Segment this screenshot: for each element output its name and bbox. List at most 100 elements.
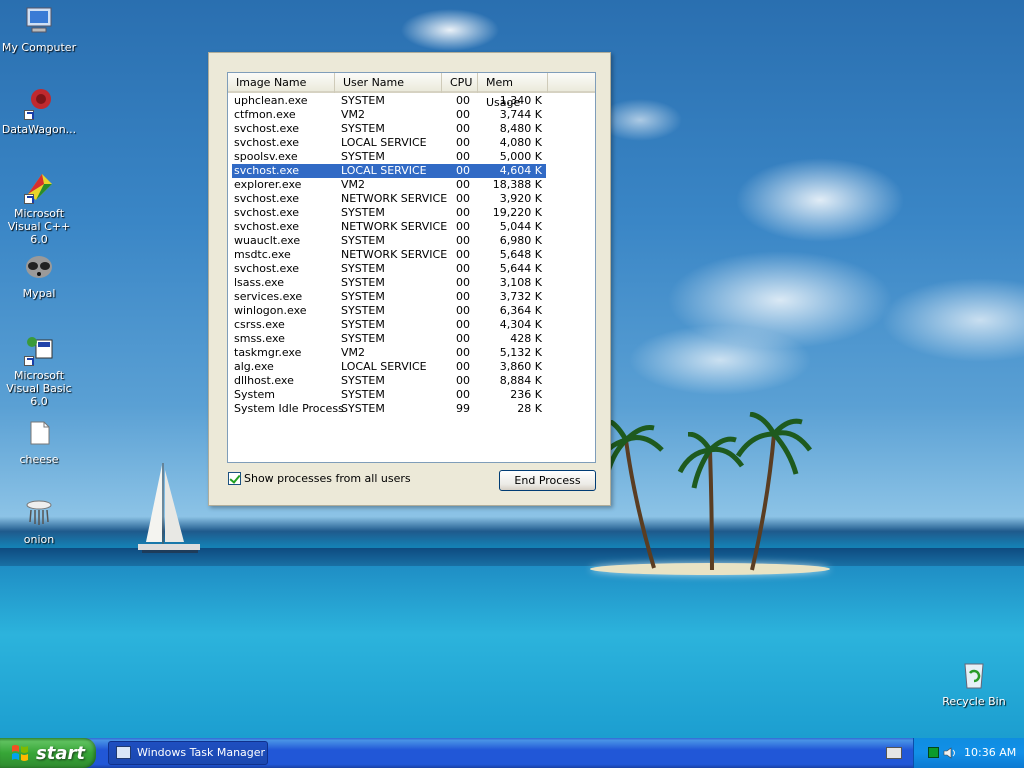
process-name: uphclean.exe xyxy=(234,94,308,107)
desktop-icon-datawagon[interactable]: DataWagon... xyxy=(0,86,78,136)
process-name: explorer.exe xyxy=(234,178,302,191)
process-row[interactable]: csrss.exe SYSTEM 00 4,304 K xyxy=(228,318,595,332)
desktop-icon-recycle-bin[interactable]: Recycle Bin xyxy=(935,658,1013,708)
process-row[interactable]: svchost.exe SYSTEM 00 19,220 K xyxy=(228,206,595,220)
process-cpu: 00 xyxy=(456,150,470,163)
process-mem: 428 K xyxy=(510,332,542,345)
desktop-icon-label: DataWagon... xyxy=(1,123,77,136)
process-list-header: Image Name User Name CPU Mem Usage xyxy=(228,73,595,109)
column-header-cpu[interactable]: CPU xyxy=(442,73,478,93)
process-row[interactable]: winlogon.exe SYSTEM 00 6,364 K xyxy=(228,304,595,318)
taskbar-button-label: Windows Task Manager xyxy=(137,746,266,759)
process-row[interactable]: svchost.exe SYSTEM 00 5,644 K xyxy=(228,262,595,276)
process-user: SYSTEM xyxy=(341,94,385,107)
process-row[interactable]: explorer.exe VM2 00 18,388 K xyxy=(228,178,595,192)
process-cpu: 00 xyxy=(456,178,470,191)
process-name: ctfmon.exe xyxy=(234,108,296,121)
desktop-icon-cheese[interactable]: cheese xyxy=(0,416,78,466)
show-all-users-checkbox[interactable] xyxy=(228,471,241,485)
process-mem: 8,480 K xyxy=(499,122,542,135)
process-cpu: 00 xyxy=(456,164,470,177)
show-all-users-option[interactable]: Show processes from all users xyxy=(228,471,411,485)
process-name: msdtc.exe xyxy=(234,248,291,261)
process-row[interactable]: taskmgr.exe VM2 00 5,132 K xyxy=(228,346,595,360)
process-cpu: 00 xyxy=(456,304,470,317)
column-header-mem-usage[interactable]: Mem Usage xyxy=(478,73,548,109)
process-mem: 18,388 K xyxy=(492,178,542,191)
clock[interactable]: 10:36 AM xyxy=(964,738,1016,768)
process-row[interactable]: svchost.exe NETWORK SERVICE 00 5,044 K xyxy=(228,220,595,234)
desktop-icon-label: My Computer xyxy=(1,41,77,54)
process-user: SYSTEM xyxy=(341,262,385,275)
keyboard-icon[interactable] xyxy=(886,747,902,759)
desktop-icon-mypal[interactable]: Mypal xyxy=(0,250,78,300)
process-mem: 3,732 K xyxy=(499,290,542,303)
process-user: SYSTEM xyxy=(341,122,385,135)
tray-status-icon[interactable] xyxy=(928,747,939,758)
column-header-user-name[interactable]: User Name xyxy=(335,73,442,93)
process-mem: 28 K xyxy=(517,402,542,415)
process-row[interactable]: svchost.exe SYSTEM 00 8,480 K xyxy=(228,122,595,136)
process-cpu: 00 xyxy=(456,290,470,303)
process-user: SYSTEM xyxy=(341,150,385,163)
desktop-icon-label: Recycle Bin xyxy=(942,695,1006,708)
process-cpu: 00 xyxy=(456,122,470,135)
process-user: LOCAL SERVICE xyxy=(341,136,427,149)
process-row[interactable]: svchost.exe LOCAL SERVICE 00 4,604 K xyxy=(228,164,595,178)
process-cpu: 00 xyxy=(456,220,470,233)
process-cpu: 00 xyxy=(456,374,470,387)
desktop-icon-visual-cpp[interactable]: Microsoft Visual C++ 6.0 xyxy=(0,170,78,246)
sailboat-image xyxy=(138,463,200,553)
process-user: SYSTEM xyxy=(341,374,385,387)
process-name: csrss.exe xyxy=(234,318,285,331)
process-cpu: 00 xyxy=(456,206,470,219)
process-row[interactable]: svchost.exe NETWORK SERVICE 00 3,920 K xyxy=(228,192,595,206)
process-row[interactable]: System SYSTEM 00 236 K xyxy=(228,388,595,402)
process-cpu: 00 xyxy=(456,192,470,205)
process-row[interactable]: msdtc.exe NETWORK SERVICE 00 5,648 K xyxy=(228,248,595,262)
process-cpu: 99 xyxy=(456,402,470,415)
process-row[interactable]: smss.exe SYSTEM 00 428 K xyxy=(228,332,595,346)
process-name: System Idle Process xyxy=(234,402,344,415)
process-row[interactable]: dllhost.exe SYSTEM 00 8,884 K xyxy=(228,374,595,388)
windows-logo-icon xyxy=(12,745,28,761)
process-row[interactable]: lsass.exe SYSTEM 00 3,108 K xyxy=(228,276,595,290)
column-header-image-name[interactable]: Image Name xyxy=(228,73,335,93)
visual-basic-icon xyxy=(22,332,56,366)
process-cpu: 00 xyxy=(456,234,470,247)
process-cpu: 00 xyxy=(456,248,470,261)
folder-icon xyxy=(22,416,56,450)
process-user: SYSTEM xyxy=(341,402,385,415)
process-row[interactable]: spoolsv.exe SYSTEM 00 5,000 K xyxy=(228,150,595,164)
process-row[interactable]: ctfmon.exe VM2 00 3,744 K xyxy=(228,108,595,122)
process-cpu: 00 xyxy=(456,276,470,289)
process-user: SYSTEM xyxy=(341,290,385,303)
desktop-icon-onion[interactable]: onion xyxy=(0,496,78,546)
process-row[interactable]: wuauclt.exe SYSTEM 00 6,980 K xyxy=(228,234,595,248)
process-row[interactable]: alg.exe LOCAL SERVICE 00 3,860 K xyxy=(228,360,595,374)
volume-icon[interactable] xyxy=(943,746,957,760)
desktop-icon-visual-basic[interactable]: Microsoft Visual Basic 6.0 xyxy=(0,332,78,408)
process-mem: 1,340 K xyxy=(499,94,542,107)
mypal-raccoon-icon xyxy=(22,250,56,284)
desktop-icon-my-computer[interactable]: My Computer xyxy=(0,4,78,54)
process-row[interactable]: System Idle Process SYSTEM 99 28 K xyxy=(228,402,595,416)
sea xyxy=(0,566,1024,738)
palm-tree-image xyxy=(735,412,813,571)
process-list[interactable]: Image Name User Name CPU Mem Usage uphcl… xyxy=(227,72,596,463)
end-process-button[interactable]: End Process xyxy=(499,470,596,491)
process-user: VM2 xyxy=(341,346,366,359)
process-name: svchost.exe xyxy=(234,262,300,275)
process-mem: 4,604 K xyxy=(499,164,542,177)
start-button[interactable]: start xyxy=(0,738,96,768)
process-row[interactable]: svchost.exe LOCAL SERVICE 00 4,080 K xyxy=(228,136,595,150)
process-row[interactable]: uphclean.exe SYSTEM 00 1,340 K xyxy=(228,94,595,108)
process-name: dllhost.exe xyxy=(234,374,294,387)
process-name: svchost.exe xyxy=(234,164,300,177)
process-rows: uphclean.exe SYSTEM 00 1,340 K ctfmon.exe VM2… xyxy=(228,94,595,416)
process-mem: 8,884 K xyxy=(499,374,542,387)
process-name: wuauclt.exe xyxy=(234,234,301,247)
taskbar-button-task-manager[interactable]: Windows Task Manager xyxy=(108,741,268,765)
process-row[interactable]: services.exe SYSTEM 00 3,732 K xyxy=(228,290,595,304)
process-mem: 5,044 K xyxy=(499,220,542,233)
